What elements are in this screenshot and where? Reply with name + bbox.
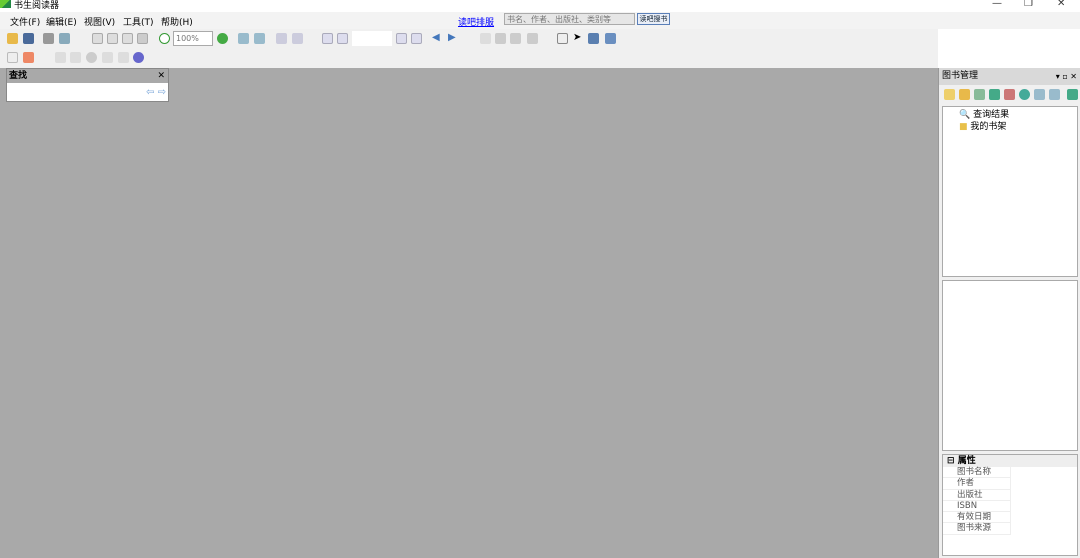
annotation-toolbar: [0, 48, 938, 68]
app-logo-icon: [0, 0, 11, 8]
single-page-icon[interactable]: [480, 33, 491, 44]
tree-item-query-results[interactable]: 🔍 查询结果: [959, 109, 1077, 121]
two-page-icon[interactable]: [510, 33, 521, 44]
comment-icon[interactable]: [7, 52, 18, 63]
search-web-icon[interactable]: [1049, 89, 1060, 100]
new-icon[interactable]: [944, 89, 955, 100]
search-button[interactable]: 读吧搜书: [637, 13, 670, 25]
forward-icon[interactable]: ▶: [448, 32, 459, 43]
refresh-icon[interactable]: [1067, 89, 1078, 100]
snapshot-icon[interactable]: [605, 33, 616, 44]
full-page-icon[interactable]: [122, 33, 133, 44]
page-width-icon[interactable]: [107, 33, 118, 44]
window-title: 书生阅读器: [14, 1, 60, 11]
zoom-in-circle-icon[interactable]: [217, 33, 228, 44]
book-tree: 🔍 查询结果 ■ 我的书架: [942, 106, 1078, 277]
fit-icon[interactable]: [137, 33, 148, 44]
menu-tools[interactable]: 工具(T): [123, 15, 154, 28]
property-row: 有效日期: [943, 512, 1011, 524]
close-icon[interactable]: ✕: [157, 69, 165, 83]
page-number-input[interactable]: [352, 31, 392, 46]
zoom-select[interactable]: 100%: [173, 31, 213, 46]
find-nav: ⇦ ⇨: [146, 87, 166, 98]
globe-icon[interactable]: [1019, 89, 1030, 100]
print-icon[interactable]: [43, 33, 54, 44]
folder-icon[interactable]: [959, 89, 970, 100]
search-icon[interactable]: [59, 33, 70, 44]
property-row: 图书来源: [943, 523, 1011, 535]
property-row: 图书名称: [943, 467, 1011, 479]
menu-edit[interactable]: 编辑(E): [46, 15, 77, 28]
zoom-in-icon[interactable]: [238, 33, 249, 44]
pointer-icon[interactable]: ➤: [573, 32, 584, 43]
tree-label: 我的书架: [970, 122, 1007, 132]
minimize-button[interactable]: —: [992, 0, 1002, 9]
settings-icon[interactable]: [133, 52, 144, 63]
next-page-icon[interactable]: [396, 33, 407, 44]
back-icon[interactable]: ◀: [432, 32, 443, 43]
search-input[interactable]: [504, 13, 635, 25]
title-bar: 书生阅读器 — ❐ ✕: [0, 0, 1080, 12]
property-row: 出版社: [943, 489, 1011, 501]
select-area-icon[interactable]: [276, 33, 287, 44]
restore-button[interactable]: ❐: [1024, 0, 1033, 9]
close-button[interactable]: ✕: [1057, 0, 1065, 9]
highlight-icon[interactable]: [118, 52, 129, 63]
main-toolbar: 100% ◀ ▶ ➤: [0, 29, 938, 48]
collapse-icon[interactable]: ⊟: [947, 456, 955, 466]
book-management-panel: 图书管理 ▾ ▫ ✕ 🔍 查询结果 ■ 我的书架 ⊟ 属性 图书名称 作者 出版社…: [938, 68, 1080, 558]
open-icon[interactable]: [7, 33, 18, 44]
find-prev-icon[interactable]: ⇦: [146, 87, 154, 98]
folder-icon: ■: [959, 122, 968, 132]
import-icon[interactable]: [974, 89, 985, 100]
monitor-icon[interactable]: [989, 89, 1000, 100]
zoom-out-icon[interactable]: [254, 33, 265, 44]
zoom-out-circle-icon[interactable]: [159, 33, 170, 44]
panel-toolbar: [939, 85, 1080, 105]
properties-grid: ⊟ 属性 图书名称 作者 出版社 ISBN 有效日期 图书来源: [942, 454, 1078, 556]
text-select-icon[interactable]: [588, 33, 599, 44]
property-row: 作者: [943, 478, 1011, 490]
last-page-icon[interactable]: [411, 33, 422, 44]
panel-title: 图书管理: [942, 71, 979, 81]
page-icon[interactable]: [92, 33, 103, 44]
first-page-icon[interactable]: [322, 33, 333, 44]
document-area[interactable]: [0, 68, 938, 558]
text-annot-icon[interactable]: [70, 52, 81, 63]
grid-icon[interactable]: [527, 33, 538, 44]
details-pane: [942, 280, 1078, 451]
save-icon[interactable]: [23, 33, 34, 44]
find-next-icon[interactable]: ⇨: [158, 87, 166, 98]
find-panel-title: 查找: [9, 71, 28, 81]
search-icon[interactable]: [1034, 89, 1045, 100]
menu-view[interactable]: 视图(V): [84, 15, 115, 28]
panel-controls[interactable]: ▾ ▫ ✕: [1056, 68, 1077, 85]
pencil-icon[interactable]: [55, 52, 66, 63]
tree-label: 查询结果: [973, 110, 1010, 120]
properties-header: 属性: [957, 456, 976, 466]
download-icon[interactable]: [1004, 89, 1015, 100]
menu-help[interactable]: 帮助(H): [161, 15, 193, 28]
hand-tool-icon[interactable]: [557, 33, 568, 44]
property-row: ISBN: [943, 500, 1011, 513]
prev-page-icon[interactable]: [337, 33, 348, 44]
tree-item-my-bookshelf[interactable]: ■ 我的书架: [959, 121, 1077, 133]
ellipse-icon[interactable]: [86, 52, 97, 63]
find-panel: 查找 ✕ ⇦ ⇨: [6, 68, 169, 102]
note-icon[interactable]: [23, 52, 34, 63]
pin-icon[interactable]: [292, 33, 303, 44]
query-icon: 🔍: [959, 110, 971, 120]
menu-file[interactable]: 文件(F): [10, 15, 40, 28]
continuous-icon[interactable]: [495, 33, 506, 44]
line-icon[interactable]: [102, 52, 113, 63]
menu-bar: 文件(F) 编辑(E) 视图(V) 工具(T) 帮助(H) 读吧排服 读吧搜书: [0, 12, 1080, 29]
top-link[interactable]: 读吧排服: [458, 15, 494, 28]
